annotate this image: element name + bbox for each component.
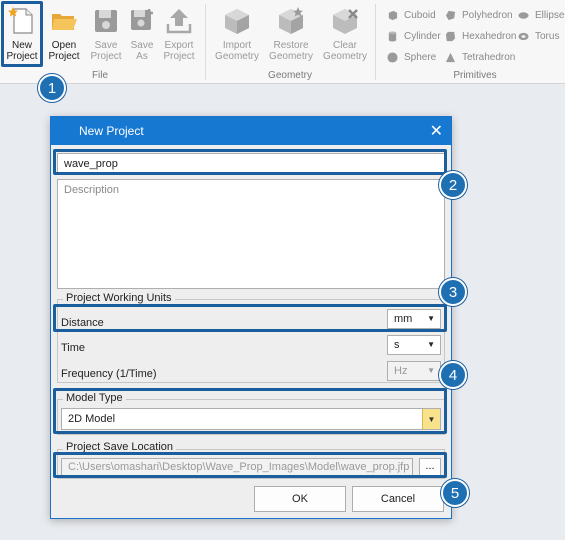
frequency-row: Frequency (1/Time) [61,364,157,384]
restore-geometry-button[interactable]: Restore Geometry [267,2,315,66]
model-type-highlight [53,388,447,434]
primitive-label: Cuboid [404,10,436,21]
primitive-polyhedron[interactable]: Polyhedron [445,10,513,21]
step-badge: 2 [439,171,467,199]
clear-geometry-button[interactable]: Clear Geometry [322,2,368,66]
primitive-ellipse[interactable]: Ellipse [518,10,564,21]
file-group-label: File [91,70,109,81]
chevron-down-icon: ▼ [427,366,435,375]
primitive-cuboid[interactable]: Cuboid [387,10,436,21]
sphere-icon [387,52,398,63]
restore-cube-icon [279,7,303,34]
step-badge: 5 [441,479,469,507]
step-badge: 3 [439,278,467,306]
save-project-button[interactable]: Save Project [86,2,126,66]
open-project-label: Open Project [48,40,80,62]
dialog-title-bar: New Project ✕ [51,117,451,145]
geometry-group-label: Geometry [268,70,312,81]
step-badge: 1 [38,74,66,102]
time-label: Time [61,342,86,354]
name-field-highlight [53,149,447,175]
torus-icon [518,32,529,41]
open-project-button[interactable]: Open Project [44,2,84,66]
time-unit-value: s [394,339,400,351]
distance-row-highlight [53,304,447,332]
save-as-icon [131,9,153,30]
primitive-torus[interactable]: Torus [518,31,559,42]
new-project-highlight [1,1,43,67]
frequency-unit-value: Hz [394,365,408,377]
frequency-unit-select[interactable]: Hz ▼ [387,361,441,381]
primitive-label: Sphere [404,52,437,63]
description-placeholder: Description [64,184,120,196]
ok-button[interactable]: OK [254,486,346,512]
export-project-label: Export Project [163,40,195,62]
save-as-label: Save As [130,40,154,62]
restore-geometry-label: Restore Geometry [269,40,313,62]
import-geometry-label: Import Geometry [215,40,259,62]
hexahedron-icon [445,31,456,42]
import-geometry-button[interactable]: Import Geometry [214,2,260,66]
primitive-cylinder[interactable]: Cylinder [387,31,441,42]
save-project-label: Save Project [90,40,122,62]
cancel-button[interactable]: Cancel [352,486,444,512]
ribbon-separator [375,4,376,80]
primitive-label: Cylinder [404,31,441,42]
clear-geometry-label: Clear Geometry [323,40,367,62]
cube-icon [225,9,249,34]
primitive-label: Torus [535,31,560,42]
primitive-hexahedron[interactable]: Hexahedron [445,31,516,42]
save-as-button[interactable]: Save As [122,2,162,66]
working-units-label: Project Working Units [63,292,175,304]
save-location-highlight [53,452,447,478]
primitive-tetrahedron[interactable]: Tetrahedron [445,52,515,63]
time-row: Time [61,338,85,358]
cylinder-icon [388,31,397,42]
primitive-label: Hexahedron [462,31,517,42]
primitive-label: Polyhedron [462,10,513,21]
frequency-label: Frequency (1/Time) [61,368,157,380]
step-badge: 4 [439,361,467,389]
save-disk-icon [95,10,117,32]
primitive-label: Ellipse [535,10,565,21]
cuboid-icon [388,10,398,21]
polyhedron-icon [445,10,456,21]
chevron-down-icon: ▼ [427,340,435,349]
tetrahedron-icon [445,52,456,63]
ribbon-separator [205,4,206,80]
primitive-sphere[interactable]: Sphere [387,52,436,63]
export-upload-icon [166,9,192,34]
primitive-label: Tetrahedron [462,52,516,63]
description-textarea[interactable]: Description [57,179,445,289]
close-icon[interactable]: ✕ [430,121,443,141]
primitives-group-label: Primitives [453,70,497,81]
clear-cube-icon [333,9,358,34]
export-project-button[interactable]: Export Project [159,2,199,66]
ellipse-icon [518,12,529,19]
time-unit-select[interactable]: s ▼ [387,335,441,355]
dialog-title: New Project [79,124,144,138]
folder-open-icon [52,14,77,30]
ribbon-toolbar: New Project Open Project Save Project Sa… [0,0,565,84]
